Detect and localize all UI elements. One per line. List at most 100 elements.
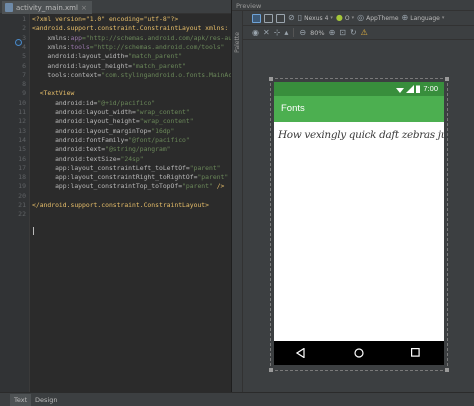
pangram-textview[interactable]: How vexingly quick daft zebras jump <box>278 129 444 141</box>
zoom-in-icon[interactable]: ⊕ <box>329 28 336 37</box>
zoom-out-icon[interactable]: ⊖ <box>299 28 306 37</box>
code-area[interactable]: <?xml version="1.0" encoding="utf-8"?> <… <box>32 14 231 392</box>
globe-icon: ⊕ <box>401 13 409 22</box>
file-tab-activity-main[interactable]: activity_main.xml × <box>2 1 92 14</box>
warning-icon[interactable]: ⚠ <box>361 28 368 37</box>
line-number: 13 <box>18 126 26 135</box>
tab-design[interactable]: Design <box>31 394 61 406</box>
device-selector[interactable]: ▯ Nexus 4 ▾ <box>298 14 333 22</box>
resize-handle[interactable] <box>445 368 449 372</box>
preview-title-bar: Preview <box>232 0 474 11</box>
line-number: 9 <box>22 89 26 98</box>
zoom-level: 80% <box>310 28 325 37</box>
layout-orientation-icon[interactable] <box>264 13 273 23</box>
line-number: 4 <box>22 42 26 51</box>
toolbar-separator <box>293 28 295 37</box>
line-number-gutter: 1 2 3 4 5 6 7 8 9 10 11 12 13 14 15 16 1… <box>0 14 30 392</box>
line-number: 19 <box>18 182 26 191</box>
code-line: app:layout_constraintTop_toTopOf="parent… <box>32 182 225 191</box>
chevron-down-icon: ▾ <box>441 15 445 21</box>
code-line: android:layout_width="wrap_content" <box>32 108 190 116</box>
chevron-down-icon: ▾ <box>330 15 333 21</box>
code-line: <TextView <box>32 89 75 98</box>
battery-icon <box>416 85 420 93</box>
status-time: 7:00 <box>423 84 438 93</box>
line-number: 20 <box>18 191 26 200</box>
code-line: xmlns:app="http://schemas.android.com/ap… <box>32 33 231 42</box>
language-label: Language <box>410 14 440 22</box>
margin-icon[interactable]: ✕ <box>263 28 270 37</box>
code-line: tools:context="com.stylingandroid.o.font… <box>32 70 231 79</box>
line-number: 1 <box>22 15 26 23</box>
language-selector[interactable]: ⊕ Language ▾ <box>402 14 445 22</box>
code-line: android:layout_marginTop="16dp" <box>32 126 175 135</box>
fonts-icon[interactable]: ⊘ <box>288 14 295 22</box>
android-icon: ● <box>335 13 343 22</box>
theme-label: AppTheme <box>366 14 399 22</box>
layout-gutter-icon[interactable] <box>15 39 22 46</box>
chevron-down-icon: ▾ <box>351 15 355 21</box>
line-number: 14 <box>18 135 26 144</box>
home-icon[interactable] <box>354 348 364 358</box>
code-line: android:fontFamily="@font/pacifico" <box>32 135 190 144</box>
palette-label: Palette <box>233 32 241 53</box>
baseline-icon[interactable]: ▴ <box>284 28 288 37</box>
line-number: 16 <box>18 154 26 163</box>
text-caret <box>33 227 34 235</box>
refresh-icon[interactable]: ↻ <box>350 28 357 37</box>
code-line: android:id="@+id/pacifico" <box>32 98 156 107</box>
design-surface-icon[interactable] <box>252 13 261 23</box>
code-editor[interactable]: activity_main.xml × 1 2 3 4 5 6 7 8 9 10… <box>0 0 231 392</box>
close-tab-icon[interactable]: × <box>81 4 87 12</box>
app-bar: Fonts <box>274 96 444 122</box>
line-number: 18 <box>18 173 26 182</box>
code-line: android:text="@string/pangram" <box>32 145 171 154</box>
preview-title: Preview <box>236 2 262 10</box>
line-number: 22 <box>18 210 26 219</box>
theme-selector[interactable]: ◎ AppTheme <box>357 14 398 22</box>
recents-icon[interactable] <box>411 348 420 357</box>
line-number: 11 <box>18 108 26 116</box>
navigation-bar <box>274 341 444 365</box>
code-line: <?xml version="1.0" encoding="utf-8"?> <box>32 15 179 23</box>
line-number: 12 <box>18 117 26 126</box>
line-number: 8 <box>22 80 26 89</box>
code-line: app:layout_constraintRight_toRightOf="pa… <box>32 173 229 182</box>
theme-icon: ◎ <box>357 13 365 22</box>
signal-icon <box>406 85 414 93</box>
code-line: android:layout_width="match_parent" <box>32 52 183 61</box>
code-line: android:textSize="24sp" <box>32 154 144 163</box>
constraint-icon[interactable]: ⊹ <box>274 28 281 37</box>
code-line: app:layout_constraintLeft_toLeftOf="pare… <box>32 163 221 172</box>
code-line: xmlns:tools="http://schemas.android.com/… <box>32 42 225 51</box>
line-number: 10 <box>18 98 26 107</box>
resize-handle[interactable] <box>445 77 449 81</box>
line-number: 5 <box>22 52 26 61</box>
night-mode-icon[interactable] <box>276 13 285 23</box>
code-line: android:layout_height="wrap_content" <box>32 117 194 126</box>
code-line: <android.support.constraint.ConstraintLa… <box>32 24 229 33</box>
file-tab-label: activity_main.xml <box>16 3 78 12</box>
device-screen[interactable]: 7:00 Fonts How vexingly quick daft zebra… <box>274 82 444 365</box>
preview-toolbar: ⊘ ▯ Nexus 4 ▾ ● O ▾ ◎ AppTheme ⊕ Languag… <box>243 11 474 26</box>
palette-strip[interactable]: Palette <box>232 11 243 392</box>
code-line: android:layout_height="match_parent" <box>32 61 186 70</box>
eye-icon[interactable]: ◉ <box>252 28 259 37</box>
api-level-selector[interactable]: ● O ▾ <box>336 14 354 22</box>
app-title: Fonts <box>281 103 305 114</box>
status-bar: 7:00 <box>274 82 444 96</box>
resize-handle[interactable] <box>269 368 273 372</box>
phone-icon: ▯ <box>297 13 303 22</box>
device-label: Nexus 4 <box>304 14 329 22</box>
xml-file-icon <box>5 3 13 12</box>
back-icon[interactable] <box>296 348 305 358</box>
editor-tab-bar: activity_main.xml × <box>0 0 231 14</box>
api-level-label: O <box>344 14 350 22</box>
resize-handle[interactable] <box>269 77 273 81</box>
line-number: 15 <box>18 145 26 154</box>
wifi-icon <box>396 88 404 93</box>
zoom-fit-icon[interactable]: ⊡ <box>339 28 346 37</box>
line-number: 21 <box>18 201 26 209</box>
line-number: 6 <box>22 61 26 70</box>
tab-text[interactable]: Text <box>10 394 32 406</box>
